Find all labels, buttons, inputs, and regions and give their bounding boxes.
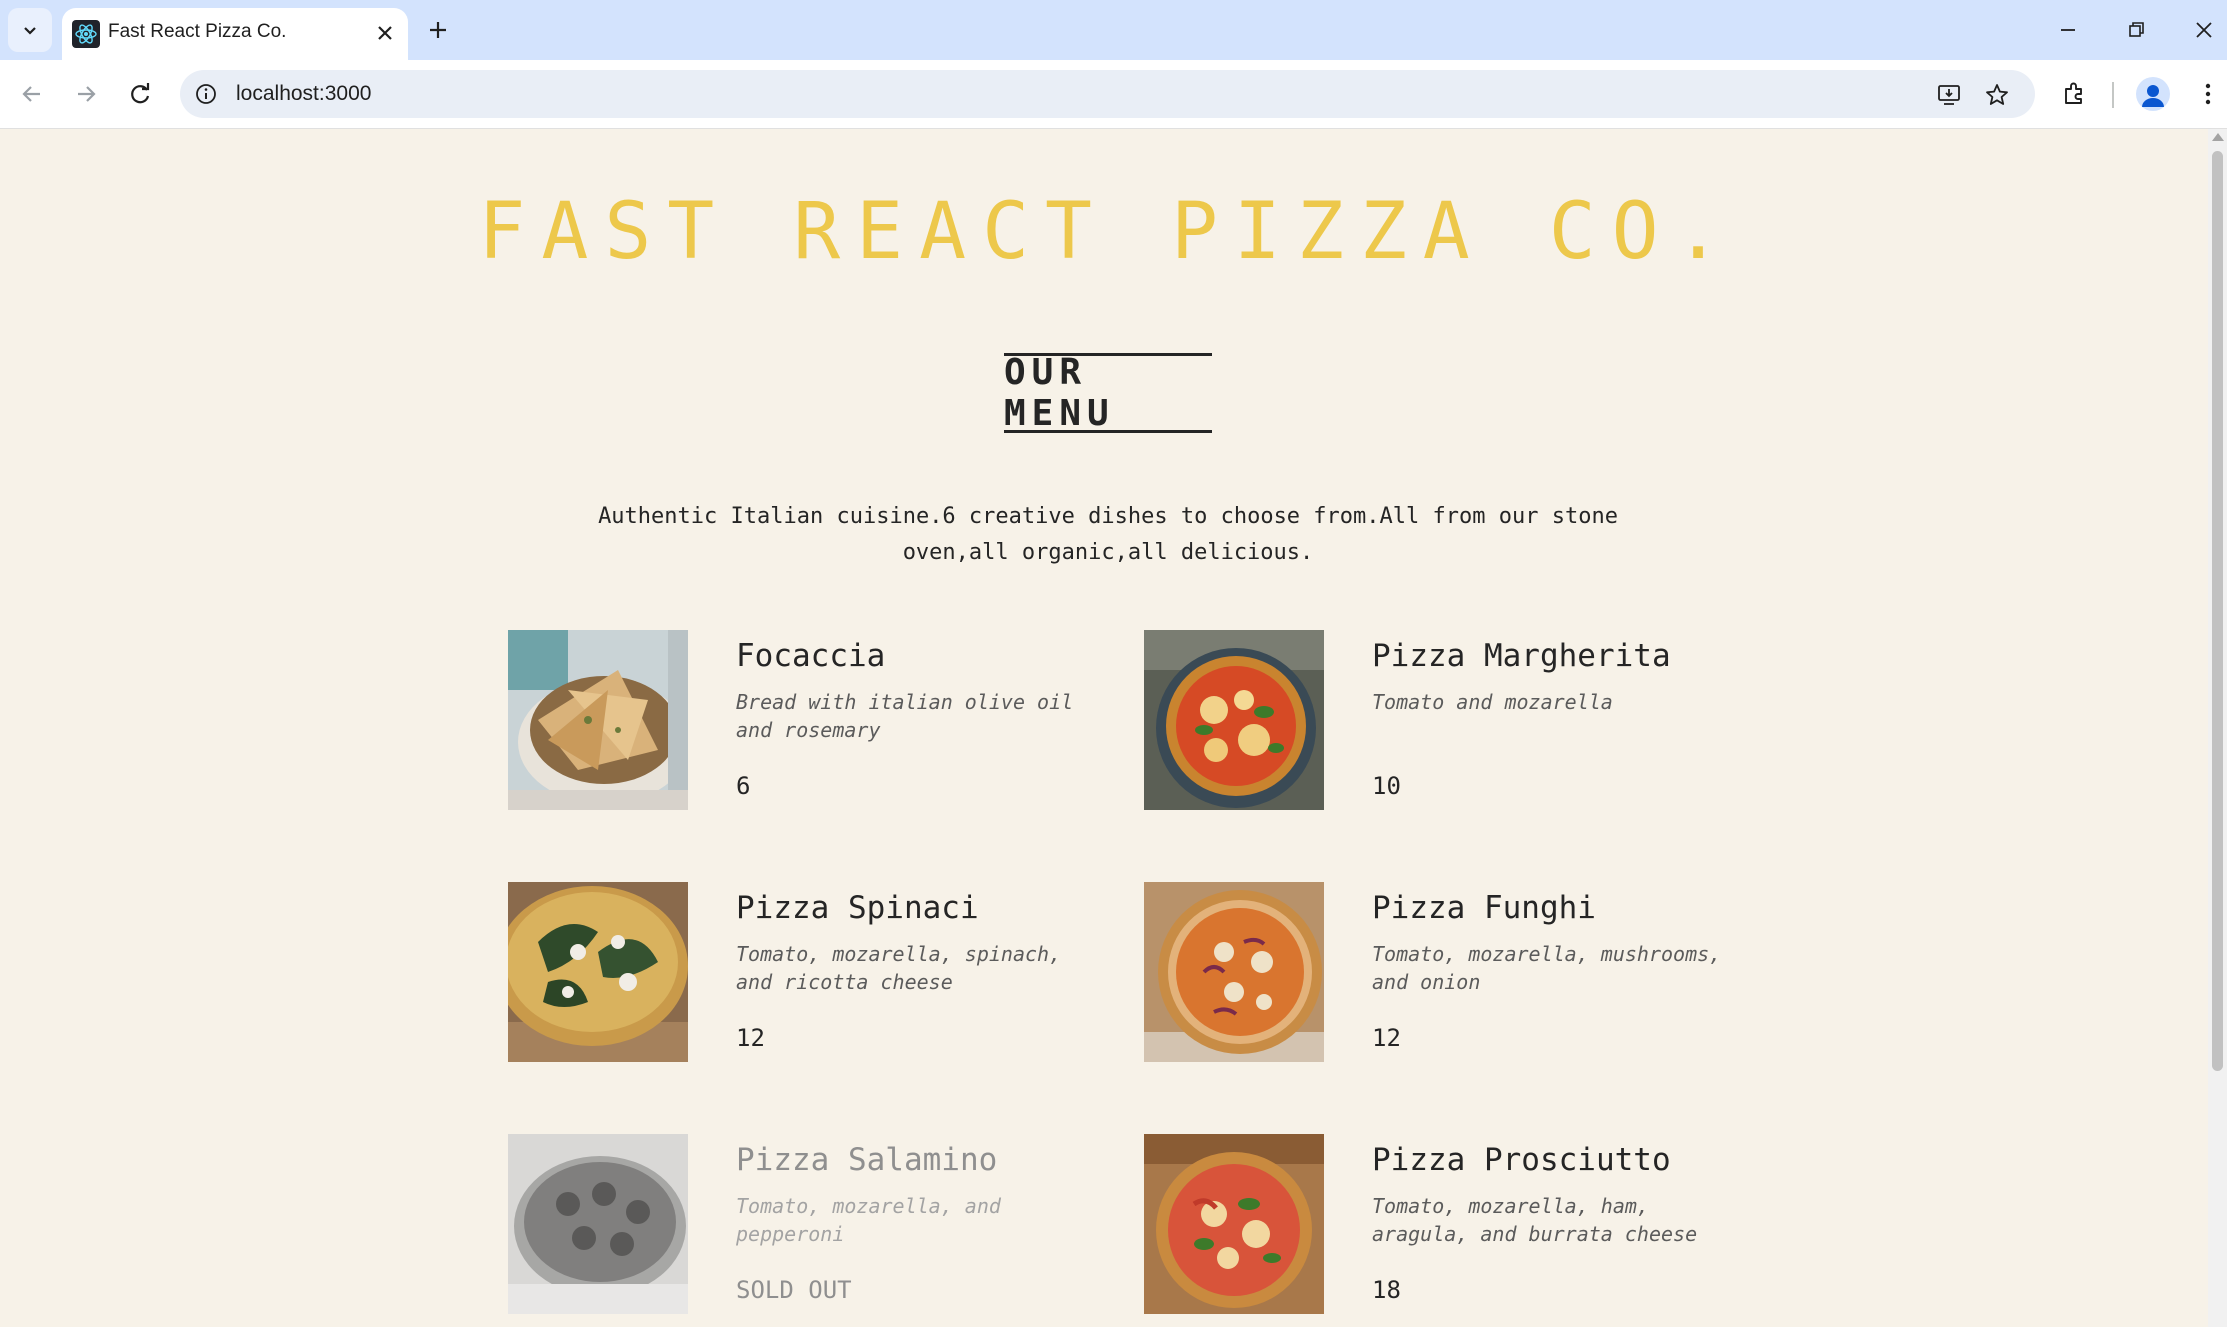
pizza-item-salamino: Pizza Salamino Tomato, mozarella, and pe… — [508, 1134, 1128, 1314]
pizza-name: Pizza Funghi — [1372, 890, 1596, 926]
back-icon[interactable] — [16, 78, 48, 110]
pizza-name: Pizza Spinaci — [736, 890, 979, 926]
react-logo-icon — [72, 20, 100, 48]
new-tab-icon[interactable] — [424, 16, 452, 44]
pizza-name: Pizza Margherita — [1372, 638, 1671, 674]
reload-icon[interactable] — [124, 78, 156, 110]
install-app-icon[interactable] — [1936, 82, 1962, 108]
pizza-ingredients: Tomato, mozarella, and pepperoni — [736, 1194, 1001, 1246]
pizza-photo — [1144, 630, 1324, 810]
minimize-icon[interactable] — [2054, 16, 2082, 44]
scrollbar-thumb[interactable] — [2212, 151, 2223, 1071]
pizza-item-spinaci: Pizza Spinaci Tomato, mozarella, spinach… — [508, 882, 1128, 1062]
pizza-photo — [508, 630, 688, 810]
sold-out-label: SOLD OUT — [736, 1276, 852, 1304]
pizza-price: 6 — [736, 772, 751, 800]
page-viewport: FAST REACT PIZZA CO. OUR MENU Authentic … — [0, 129, 2208, 1327]
browser-toolbar: localhost:3000 — [0, 60, 2227, 129]
close-window-icon[interactable] — [2190, 16, 2218, 44]
pizza-price: 18 — [1372, 1276, 1401, 1304]
address-bar[interactable]: localhost:3000 — [180, 70, 2035, 118]
menu-heading: OUR MENU — [1004, 352, 1212, 434]
more-menu-icon[interactable] — [2194, 80, 2222, 108]
menu-intro: Authentic Italian cuisine.6 creative dis… — [598, 504, 1618, 565]
pizza-photo — [508, 882, 688, 1062]
pizza-item-focaccia: Focaccia Bread with italian olive oil an… — [508, 630, 1128, 810]
site-info-icon[interactable] — [194, 82, 218, 106]
profile-avatar[interactable] — [2136, 77, 2170, 111]
url-text: localhost:3000 — [236, 82, 372, 105]
pizza-ingredients: Tomato, mozarella, mushrooms, and onion — [1372, 942, 1722, 994]
forward-icon[interactable] — [70, 78, 102, 110]
restore-icon[interactable] — [2122, 16, 2150, 44]
tab-search-button[interactable] — [8, 8, 52, 52]
bookmark-star-icon[interactable] — [1984, 82, 2010, 108]
tab-strip: Fast React Pizza Co. — [0, 0, 2227, 60]
pizza-name: Focaccia — [736, 638, 886, 674]
chevron-down-icon — [24, 27, 36, 35]
tab-title: Fast React Pizza Co. — [108, 21, 287, 42]
toolbar-divider — [2112, 82, 2114, 108]
close-tab-icon[interactable] — [374, 22, 396, 44]
pizza-item-prosciutto: Pizza Prosciutto Tomato, mozarella, ham,… — [1144, 1134, 1764, 1314]
pizza-name: Pizza Salamino — [736, 1142, 998, 1178]
pizza-price: 12 — [1372, 1024, 1401, 1052]
extensions-icon[interactable] — [2060, 80, 2088, 108]
header: FAST REACT PIZZA CO. — [478, 187, 1721, 277]
pizza-item-margherita: Pizza Margherita Tomato and mozarella 10 — [1144, 630, 1764, 810]
pizza-photo — [508, 1134, 688, 1314]
pizza-price: 10 — [1372, 772, 1401, 800]
browser-tab[interactable]: Fast React Pizza Co. — [62, 8, 408, 60]
pizza-photo — [1144, 1134, 1324, 1314]
profile-icon — [2142, 85, 2164, 107]
pizza-name: Pizza Prosciutto — [1372, 1142, 1671, 1178]
site-logo: FAST REACT PIZZA CO. — [478, 187, 1738, 277]
pizza-price: 12 — [736, 1024, 765, 1052]
page-scrollbar[interactable] — [2208, 129, 2227, 1327]
pizza-ingredients: Tomato and mozarella — [1372, 690, 1613, 714]
pizza-ingredients: Bread with italian olive oil and rosemar… — [736, 690, 1074, 742]
pizza-photo — [1144, 882, 1324, 1062]
pizza-item-funghi: Pizza Funghi Tomato, mozarella, mushroom… — [1144, 882, 1764, 1062]
pizza-ingredients: Tomato, mozarella, spinach, and ricotta … — [736, 942, 1062, 994]
pizza-ingredients: Tomato, mozarella, ham, aragula, and bur… — [1372, 1194, 1698, 1246]
scroll-up-arrow-icon[interactable] — [2212, 133, 2224, 141]
